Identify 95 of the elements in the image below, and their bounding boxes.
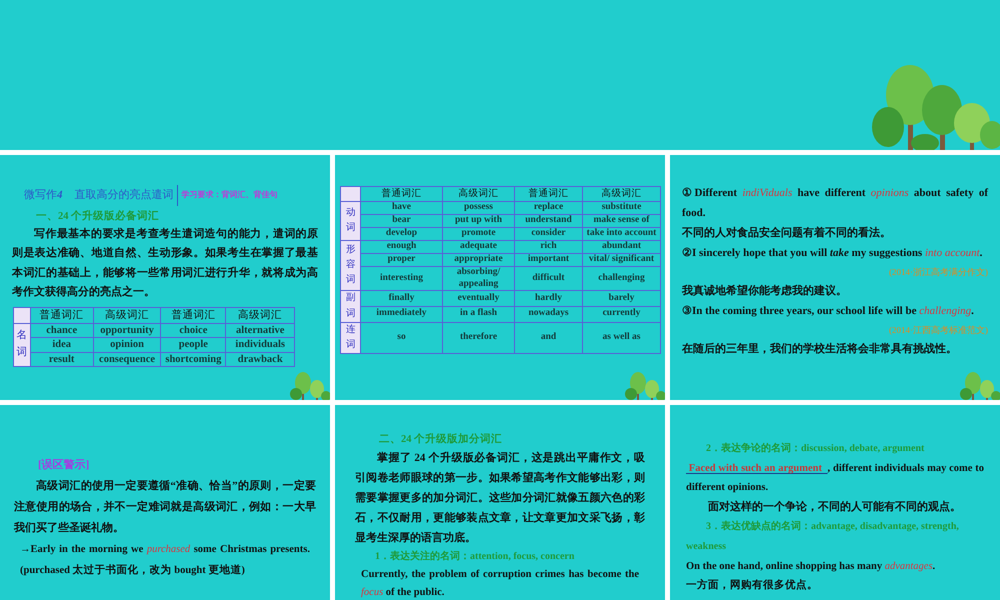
table-cell: opinion [93,338,161,352]
table-cell: proper [360,253,442,266]
source-note: (2014·浙江高考满分作文) [888,266,988,279]
subsection-heading: 2．表达争论的名词：discussion, debate, argument [705,442,926,456]
table-cell: substitute [582,202,660,215]
column-header: 高级词汇 [226,307,294,324]
table-cell: chance [30,324,94,338]
sentence: On the one hand, online shopping has many advantages. [686,560,936,574]
fill-in-sentence: Faced with such an argument , different individuals may come to different opinions. [686,462,984,495]
table-cell: have [360,202,442,215]
row-group-label: 名词 [14,324,30,366]
table-cell: vital/ significant [582,253,660,266]
table-cell: adequate [442,240,514,254]
table-cell: immediately [360,306,442,322]
row-group-label: 副词 [340,290,360,322]
warning-label: [误区警示] [37,458,90,473]
table-cell: currently [582,306,660,322]
requirement-note: 学习要求：背词汇、背佳句 [182,189,278,202]
slide[interactable] [670,405,1000,600]
slide[interactable] [335,405,665,600]
sentence: 一方面，网购有很多优点。 [686,578,819,593]
paragraph: 掌握了 24 个升级版必备词汇，这是跳出平庸作文，吸引阅卷老师眼球的第一步。如果希望高考作文能够出彩，则需要掌握更多的加分词汇。这些加分词汇就像五颜六色的彩石，不仅耐用，更能够装点文章，让文章更加文采飞扬，彰显考生深厚的语言功底。 [355,450,645,546]
table-cell: put up with [442,214,514,228]
paragraph: 高级词汇的使用一定要遵循“准确、恰当”的原则，一定要注意使用的场合，并不一定难词就是高级词汇，例如：一大早我们买了些圣诞礼物。 [14,478,316,536]
sentence: 不同的人对食品安全问题有着不同的看法。 [682,225,892,241]
subsection-heading: 1．表达关注的名词：attention, focus, concern [374,549,576,564]
table-cell: in a flash [442,306,514,322]
table-cell: eventually [442,290,514,307]
table-cell: consider [514,228,582,240]
table-cell: drawback [226,352,294,366]
table-cell: rich [514,240,582,254]
table-cell: alternative [226,324,294,338]
row-group-label: 形容词 [340,240,360,291]
table-cell: bear [360,214,442,228]
example-sentence: Currently, the problem of corruption crimes has become the focus of the public. [360,568,640,600]
column-header: 高级词汇 [582,186,660,202]
row-group-label: 动词 [340,202,360,240]
table-cell: therefore [442,322,514,354]
table-cell: choice [160,324,226,338]
slide[interactable] [670,155,1000,400]
table-cell: take into account [582,228,660,240]
sentence: ③In the coming three years, our school life will be challenging. [682,304,975,319]
sentence: ②I sincerely hope that you will take my suggestions into account. [682,246,984,261]
table-cell: understand [514,214,582,228]
table-cell: possess [442,202,514,215]
table-cell: so [360,322,442,354]
title-number: 4 [57,188,62,203]
table-cell: interesting [360,266,442,291]
sentence: ①Different indiViduals have different opinions about safety of food. [682,186,988,221]
column-header: 高级词汇 [442,186,514,202]
table-cell: shortcoming [160,352,226,366]
table-header-cell [14,307,30,324]
table-cell: and [514,322,582,354]
table-cell: challenging [582,266,660,291]
column-header: 高级词汇 [93,307,161,324]
table-cell: abundant [582,240,660,254]
paragraph: 面对这样的一个争论，不同的人可能有不同的观点。 [707,500,962,515]
table-cell: finally [360,290,442,307]
column-header: 普通词汇 [160,307,226,324]
table-cell: as well as [582,322,660,354]
column-header: 普通词汇 [360,186,442,202]
slide[interactable]: [误区警示] 高级词汇的使用一定要遵循“准确、恰当”的原则，一定要注意使用的场合，并不一定难词就是高级词汇，例如：一大早我们买了些圣诞礼物。 →Early in the morning we purchased some Christmas presents. (purchased 太过于书面化，改为 bought 更地道) [0,405,330,600]
table-cell: barely [582,290,660,307]
source-note: (2014·江西高考标准范文) [888,324,988,337]
table-cell: result [30,352,94,366]
title-label: 微写作 [24,188,57,203]
table-cell: promote [442,228,514,240]
slide[interactable] [0,155,330,400]
column-header: 普通词汇 [514,186,582,202]
table-cell: enough [360,240,442,254]
table-cell: difficult [514,266,582,291]
subsection-heading: 3．表达优缺点的名词：advantage, disadvantage, strength, weakness [686,520,960,554]
slide-title: 直取高分的亮点遣词 [74,185,178,206]
table-cell: consequence [93,352,161,366]
table-cell: make sense of [582,214,660,228]
slide[interactable] [335,155,665,400]
column-header: 普通词汇 [30,307,94,324]
paragraph: 写作最基本的要求是考查考生遣词造句的能力，遣词的原则是表达准确、地道自然、生动形象。如果考生在掌握了最基本词汇的基础上，能够将一些常用词汇进行升华，就将成为高考作文获得高分的亮点之一。 [12,226,318,300]
table-cell: develop [360,228,442,240]
table-cell: individuals [226,338,294,352]
table-cell: important [514,253,582,266]
sentence: 在随后的三年里，我们的学校生活将会非常具有挑战性。 [682,342,958,357]
section-heading: 一、24 个升级版必备词汇 [35,209,160,224]
section-heading: 二、24 个升级版加分词汇 [378,432,504,447]
table-cell: opportunity [93,324,161,338]
sentence: 我真诚地希望你能考虑我的建议。 [682,284,848,299]
table-cell: replace [514,202,582,215]
table-cell: idea [30,338,94,352]
table-cell: appropriate [442,253,514,266]
example-sentence: →Early in the morning we purchased some Christmas presents. (purchased 太过于书面化，改为 bought 更地道) [19,543,311,578]
table-cell: hardly [514,290,582,307]
row-group-label: 连词 [340,322,360,354]
table-header-cell [340,186,360,202]
table-cell: people [160,338,226,352]
table-cell: nowadays [514,306,582,322]
